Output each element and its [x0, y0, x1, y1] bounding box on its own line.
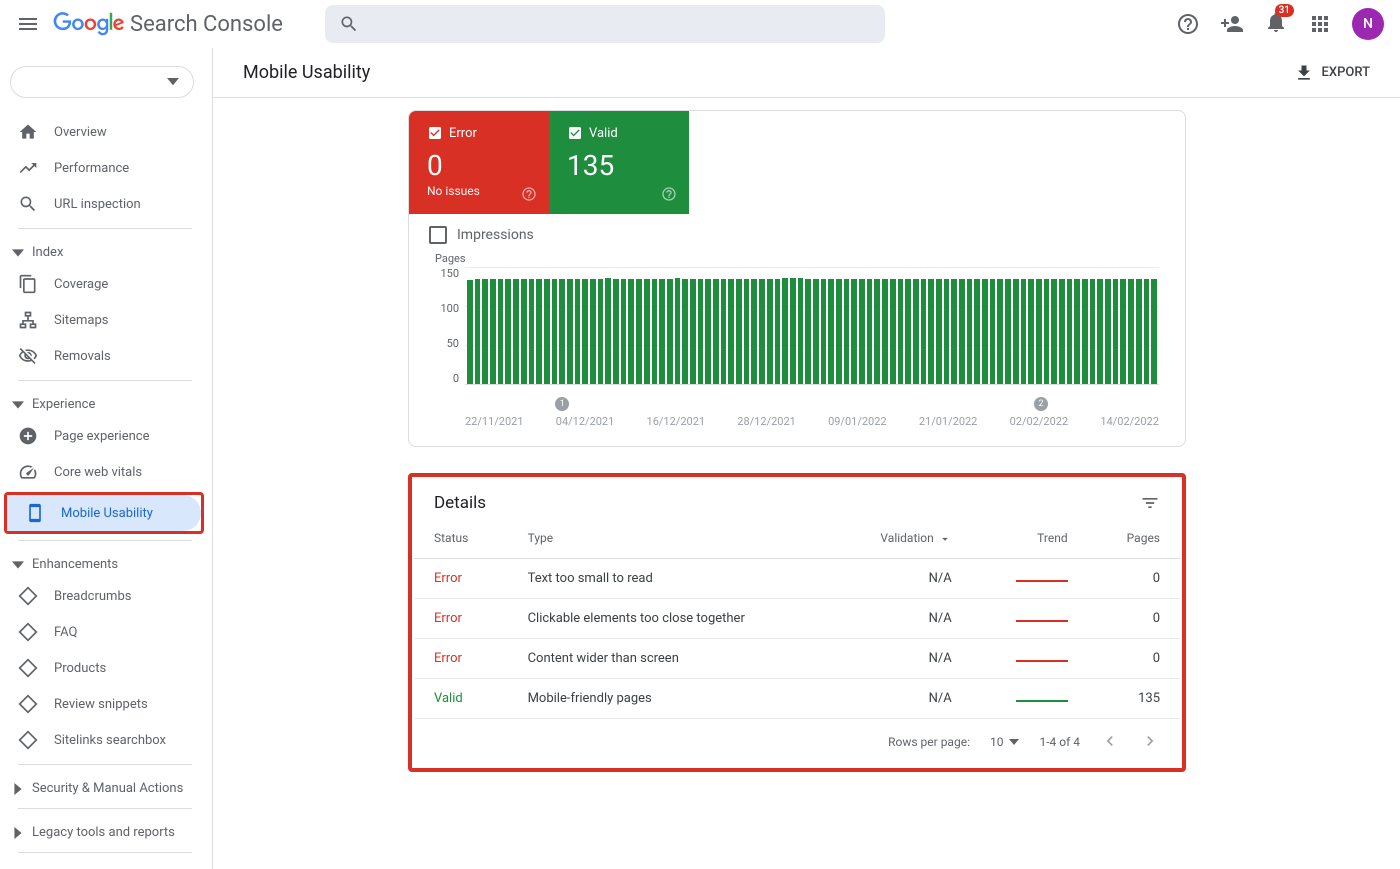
nav-products[interactable]: Products: [0, 650, 204, 686]
diamond-icon: [18, 622, 38, 642]
pagination-range: 1-4 of 4: [1039, 735, 1080, 749]
chevron-down-icon: [1009, 739, 1019, 745]
col-trend[interactable]: Trend: [972, 517, 1088, 558]
nav-url-inspection[interactable]: URL inspection: [0, 186, 204, 222]
search-icon: [18, 194, 38, 214]
nav-group-legacy[interactable]: Legacy tools and reports: [0, 815, 204, 846]
arrow-down-icon: [938, 532, 952, 546]
add-user-icon[interactable]: [1220, 12, 1244, 36]
diamond-icon: [18, 586, 38, 606]
nav-coverage[interactable]: Coverage: [0, 266, 204, 302]
chevron-down-icon: [12, 559, 24, 571]
menu-icon[interactable]: [16, 12, 40, 36]
diamond-icon: [18, 694, 38, 714]
nav-faq[interactable]: FAQ: [0, 614, 204, 650]
search-icon: [339, 14, 359, 34]
details-highlight: Details Status Type Validation Trend Pag…: [408, 473, 1186, 772]
diamond-icon: [18, 658, 38, 678]
checkbox-checked-icon: [567, 125, 583, 141]
nav-review-snippets[interactable]: Review snippets: [0, 686, 204, 722]
nav-breadcrumbs[interactable]: Breadcrumbs: [0, 578, 204, 614]
visibility-off-icon: [18, 346, 38, 366]
checkbox-unchecked-icon: [429, 226, 447, 244]
nav-overview[interactable]: Overview: [0, 114, 204, 150]
chevron-down-icon: [167, 78, 179, 85]
overview-card: Error 0 No issues Valid 135 Impressions: [408, 110, 1186, 447]
search-input[interactable]: [325, 5, 885, 43]
property-selector[interactable]: [10, 66, 194, 98]
notification-count: 31: [1275, 4, 1294, 17]
copy-icon: [18, 274, 38, 294]
table-row[interactable]: ErrorContent wider than screenN/A0: [414, 638, 1180, 678]
download-icon: [1294, 63, 1314, 83]
nav-core-web-vitals[interactable]: Core web vitals: [0, 454, 204, 490]
prev-page-button[interactable]: [1100, 731, 1120, 751]
page-title: Mobile Usability: [243, 62, 370, 83]
rows-per-page-select[interactable]: 10: [990, 735, 1020, 749]
apps-icon[interactable]: [1308, 12, 1332, 36]
nav-group-security[interactable]: Security & Manual Actions: [0, 771, 204, 802]
help-icon[interactable]: [521, 186, 537, 202]
col-type[interactable]: Type: [508, 517, 832, 558]
logo[interactable]: Search Console: [52, 12, 283, 37]
chevron-right-icon: [12, 827, 24, 839]
table-row[interactable]: ValidMobile-friendly pagesN/A135: [414, 678, 1180, 718]
help-icon[interactable]: [661, 186, 677, 202]
details-table: Status Type Validation Trend Pages Error…: [414, 517, 1180, 719]
status-error-card[interactable]: Error 0 No issues: [409, 111, 549, 214]
home-icon: [18, 122, 38, 142]
notifications-button[interactable]: 31: [1264, 10, 1288, 38]
avatar[interactable]: N: [1352, 8, 1384, 40]
table-row[interactable]: ErrorClickable elements too close togeth…: [414, 598, 1180, 638]
col-pages[interactable]: Pages: [1088, 517, 1180, 558]
nav-removals[interactable]: Removals: [0, 338, 204, 374]
nav-group-index[interactable]: Index: [0, 235, 204, 266]
nav-sitemaps[interactable]: Sitemaps: [0, 302, 204, 338]
checkbox-checked-icon: [427, 125, 443, 141]
next-page-button[interactable]: [1140, 731, 1160, 751]
speed-icon: [18, 462, 38, 482]
nav-group-experience[interactable]: Experience: [0, 387, 204, 418]
chart: Pages 150100500 12 22/11/202104/12/20211…: [409, 248, 1185, 446]
filter-icon[interactable]: [1140, 493, 1160, 513]
nav-performance[interactable]: Performance: [0, 150, 204, 186]
rows-per-page-label: Rows per page:: [888, 735, 970, 749]
diamond-icon: [18, 730, 38, 750]
sitemap-icon: [18, 310, 38, 330]
app-header: Search Console 31 N: [0, 0, 1400, 48]
logo-text: Search Console: [130, 12, 283, 37]
details-title: Details: [434, 493, 1140, 513]
sidebar: Overview Performance URL inspection Inde…: [0, 48, 212, 869]
chevron-down-icon: [12, 247, 24, 259]
impressions-toggle[interactable]: Impressions: [409, 214, 1185, 248]
chevron-right-icon: [12, 783, 24, 795]
table-row[interactable]: ErrorText too small to readN/A0: [414, 558, 1180, 598]
nav-mobile-usability[interactable]: Mobile Usability: [7, 495, 201, 531]
mobile-icon: [25, 503, 45, 523]
nav-sitelinks-searchbox[interactable]: Sitelinks searchbox: [0, 722, 204, 758]
chevron-down-icon: [12, 399, 24, 411]
col-validation[interactable]: Validation: [832, 517, 972, 558]
main-content: Mobile Usability EXPORT Error 0 No issue…: [212, 48, 1400, 869]
export-button[interactable]: EXPORT: [1294, 63, 1370, 83]
nav-group-enhancements[interactable]: Enhancements: [0, 547, 204, 578]
help-icon[interactable]: [1176, 12, 1200, 36]
trending-icon: [18, 158, 38, 178]
col-status[interactable]: Status: [414, 517, 508, 558]
nav-page-experience[interactable]: Page experience: [0, 418, 204, 454]
status-valid-card[interactable]: Valid 135: [549, 111, 689, 214]
circle-plus-icon: [18, 426, 38, 446]
